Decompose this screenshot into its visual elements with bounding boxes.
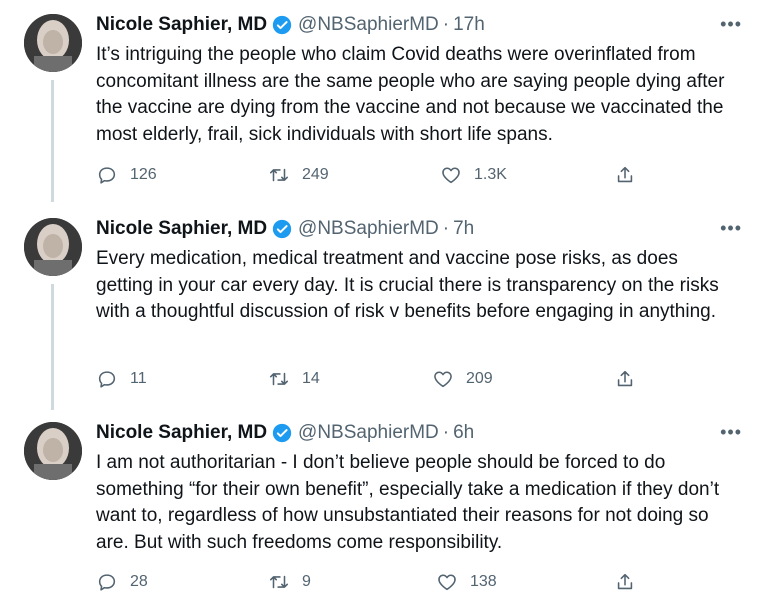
share-icon bbox=[617, 166, 633, 183]
reply-icon bbox=[98, 167, 116, 184]
retweet-count: 14 bbox=[302, 370, 320, 387]
retweet-button[interactable]: 14 bbox=[268, 368, 320, 390]
heart-icon bbox=[438, 574, 456, 591]
share-icon bbox=[617, 573, 633, 590]
separator-dot: · bbox=[442, 14, 450, 35]
heart-icon bbox=[434, 371, 452, 388]
like-count: 209 bbox=[466, 370, 493, 387]
reply-count: 28 bbox=[130, 573, 148, 590]
more-icon[interactable]: ••• bbox=[720, 14, 742, 35]
retweet-count: 249 bbox=[302, 166, 329, 183]
author-handle[interactable]: @NBSaphierMD bbox=[298, 14, 439, 36]
tweet-timestamp[interactable]: 17h bbox=[453, 14, 485, 36]
author-name[interactable]: Nicole Saphier, MD bbox=[96, 218, 267, 240]
reply-button[interactable]: 11 bbox=[96, 368, 147, 390]
reply-count: 126 bbox=[130, 166, 157, 183]
tweet[interactable]: Nicole Saphier, MD @NBSaphierMD · 7h •••… bbox=[0, 204, 764, 409]
tweet[interactable]: Nicole Saphier, MD @NBSaphierMD · 6h •••… bbox=[0, 408, 764, 611]
reply-count: 11 bbox=[130, 370, 147, 387]
verified-badge-icon bbox=[272, 15, 292, 35]
avatar[interactable] bbox=[24, 218, 82, 276]
share-button[interactable] bbox=[614, 368, 636, 390]
tweet-timestamp[interactable]: 6h bbox=[453, 422, 474, 444]
heart-icon bbox=[442, 167, 460, 184]
tweet-timestamp[interactable]: 7h bbox=[453, 218, 474, 240]
retweet-button[interactable]: 9 bbox=[268, 571, 311, 593]
author-handle[interactable]: @NBSaphierMD bbox=[298, 422, 439, 444]
retweet-count: 9 bbox=[302, 573, 311, 590]
retweet-button[interactable]: 249 bbox=[268, 164, 329, 186]
reply-icon bbox=[98, 574, 116, 591]
like-button[interactable]: 209 bbox=[432, 368, 493, 390]
retweet-icon bbox=[269, 372, 289, 386]
retweet-icon bbox=[269, 575, 289, 589]
author-name[interactable]: Nicole Saphier, MD bbox=[96, 422, 267, 444]
reply-button[interactable]: 28 bbox=[96, 571, 148, 593]
separator-dot: · bbox=[442, 422, 450, 443]
separator-dot: · bbox=[442, 218, 450, 239]
author-handle[interactable]: @NBSaphierMD bbox=[298, 218, 439, 240]
tweet-actions: 126 249 1.3K bbox=[96, 164, 656, 188]
avatar[interactable] bbox=[24, 422, 82, 480]
like-count: 1.3K bbox=[474, 166, 507, 183]
share-button[interactable] bbox=[614, 571, 636, 593]
like-button[interactable]: 138 bbox=[436, 571, 497, 593]
more-icon[interactable]: ••• bbox=[720, 422, 742, 443]
avatar[interactable] bbox=[24, 14, 82, 72]
tweet-text: I am not authoritarian - I don’t believe… bbox=[96, 452, 720, 553]
like-count: 138 bbox=[470, 573, 497, 590]
tweet-actions: 28 9 138 bbox=[96, 571, 656, 595]
tweet-actions: 11 14 209 bbox=[96, 368, 656, 392]
share-icon bbox=[617, 370, 633, 387]
retweet-icon bbox=[269, 168, 289, 182]
reply-button[interactable]: 126 bbox=[96, 164, 157, 186]
more-icon[interactable]: ••• bbox=[720, 218, 742, 239]
verified-badge-icon bbox=[272, 423, 292, 443]
reply-icon bbox=[98, 371, 116, 388]
tweet[interactable]: Nicole Saphier, MD @NBSaphierMD · 17h ••… bbox=[0, 0, 764, 205]
verified-badge-icon bbox=[272, 219, 292, 239]
like-button[interactable]: 1.3K bbox=[440, 164, 507, 186]
author-name[interactable]: Nicole Saphier, MD bbox=[96, 14, 267, 36]
tweet-text: It’s intriguing the people who claim Cov… bbox=[96, 44, 725, 145]
share-button[interactable] bbox=[614, 164, 636, 186]
tweet-text: Every medication, medical treatment and … bbox=[96, 248, 719, 322]
